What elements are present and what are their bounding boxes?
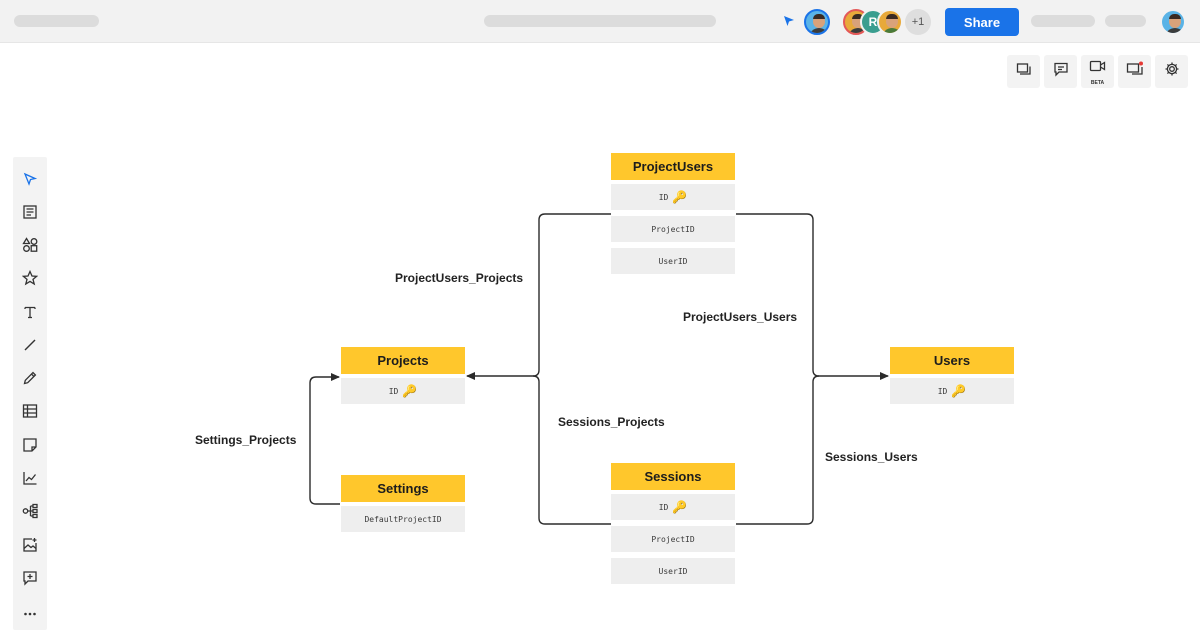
- field-name: UserID: [658, 256, 688, 266]
- entity-field-id[interactable]: ID 🔑: [611, 494, 735, 520]
- entity-settings[interactable]: Settings DefaultProjectID: [341, 475, 465, 532]
- field-name: ID: [658, 192, 669, 202]
- key-icon: 🔑: [672, 190, 688, 204]
- field-name: ID: [388, 386, 399, 396]
- field-name: ID: [658, 502, 669, 512]
- relationship-label[interactable]: Sessions_Users: [825, 450, 918, 464]
- key-icon: 🔑: [951, 384, 967, 398]
- entity-title: Settings: [341, 475, 465, 502]
- relationship-label[interactable]: ProjectUsers_Projects: [395, 271, 523, 285]
- entity-field-id[interactable]: ID 🔑: [611, 184, 735, 210]
- connector-settings-projects: [309, 373, 340, 505]
- entity-title: ProjectUsers: [611, 153, 735, 180]
- entity-field-projectid[interactable]: ProjectID: [611, 526, 735, 552]
- relationship-lines: [309, 213, 889, 525]
- field-name: ID: [937, 386, 948, 396]
- entity-field-id[interactable]: ID 🔑: [341, 378, 465, 404]
- entity-title: Users: [890, 347, 1014, 374]
- entity-field-projectid[interactable]: ProjectID: [611, 216, 735, 242]
- entity-sessions[interactable]: Sessions ID 🔑 ProjectID UserID: [611, 463, 735, 584]
- relationship-label[interactable]: Settings_Projects: [195, 433, 296, 447]
- entity-projects[interactable]: Projects ID 🔑: [341, 347, 465, 404]
- connector-projectusers-users: [736, 213, 889, 380]
- field-name: ProjectID: [651, 534, 695, 544]
- entity-field-defaultprojectid[interactable]: DefaultProjectID: [341, 506, 465, 532]
- relationship-label[interactable]: ProjectUsers_Users: [683, 310, 797, 324]
- key-icon: 🔑: [402, 384, 418, 398]
- entity-title: Sessions: [611, 463, 735, 490]
- field-name: DefaultProjectID: [364, 514, 442, 524]
- entity-field-userid[interactable]: UserID: [611, 248, 735, 274]
- relationship-label[interactable]: Sessions_Projects: [558, 415, 665, 429]
- key-icon: 🔑: [672, 500, 688, 514]
- entity-projectusers[interactable]: ProjectUsers ID 🔑 ProjectID UserID: [611, 153, 735, 274]
- connector-projectusers-projects: [466, 213, 611, 380]
- connector-sessions-users: [736, 375, 820, 525]
- entity-field-userid[interactable]: UserID: [611, 558, 735, 584]
- field-name: ProjectID: [651, 224, 695, 234]
- entity-users[interactable]: Users ID 🔑: [890, 347, 1014, 404]
- entity-title: Projects: [341, 347, 465, 374]
- field-name: UserID: [658, 566, 688, 576]
- connector-sessions-projects: [532, 375, 611, 525]
- entity-field-id[interactable]: ID 🔑: [890, 378, 1014, 404]
